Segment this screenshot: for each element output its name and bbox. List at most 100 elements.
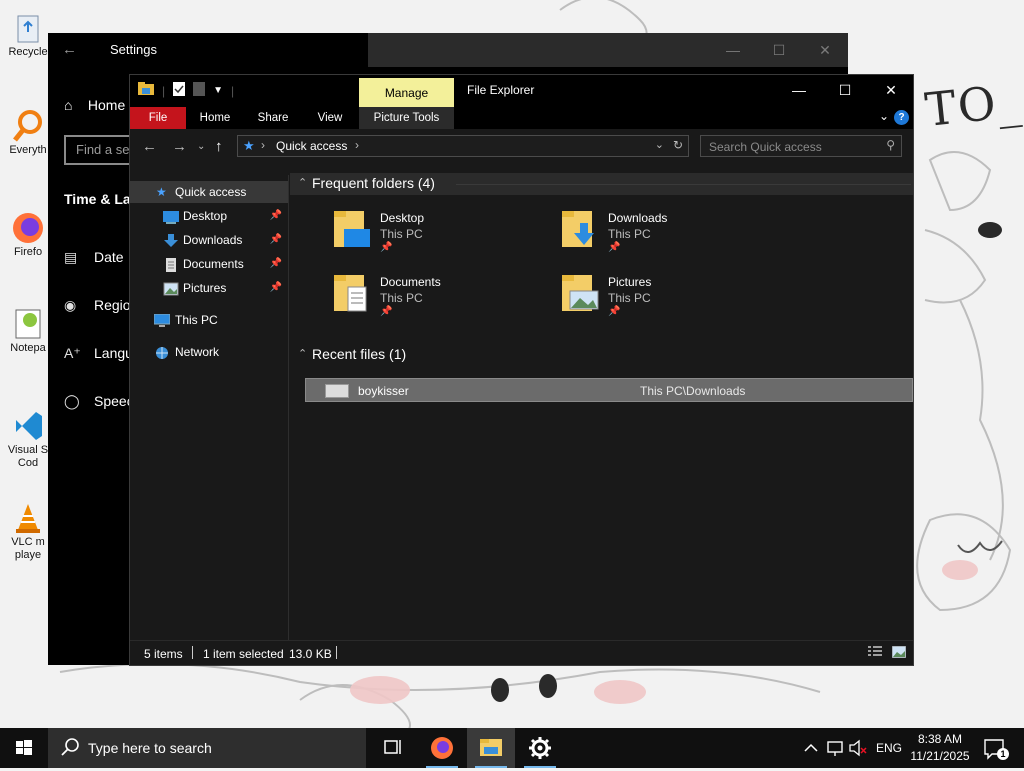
explorer-close-button[interactable]: ✕: [868, 75, 914, 105]
downloads-folder-icon: [560, 209, 600, 249]
close-button[interactable]: ✕: [802, 33, 848, 67]
clock-time: 8:38 AM: [917, 732, 963, 746]
tab-home[interactable]: Home: [190, 107, 240, 129]
vscode-icon: [10, 408, 46, 444]
settings-titlebar[interactable]: ← Settings — ☐ ✕: [48, 33, 848, 67]
nav-item-quick-access[interactable]: ★ Quick access: [130, 181, 288, 203]
documents-icon: [163, 257, 179, 272]
file-explorer-window[interactable]: | ▼ | Manage File Explorer — ☐ ✕ File Ho…: [129, 74, 914, 666]
pictures-icon: [163, 281, 179, 296]
frequent-folder-downloads[interactable]: Downloads This PC 📌: [560, 207, 760, 267]
expand-ribbon-icon[interactable]: ⌄: [879, 109, 889, 123]
taskbar-firefox[interactable]: [418, 728, 466, 768]
customize-toolbar-icon[interactable]: ▼: [213, 85, 223, 96]
network-tray-icon[interactable]: [825, 728, 845, 768]
explorer-maximize-button[interactable]: ☐: [822, 75, 868, 105]
start-button[interactable]: [0, 728, 48, 768]
settings-nav-region[interactable]: ◉ Regio: [64, 297, 131, 314]
taskbar-search-box[interactable]: Type here to search: [48, 728, 366, 768]
search-icon: [60, 737, 80, 757]
home-icon: ⌂: [64, 97, 73, 113]
explorer-title: File Explorer: [467, 83, 535, 97]
toolbar-divider: |: [162, 83, 166, 98]
desktop-folder-icon: [332, 209, 372, 249]
status-divider: [192, 646, 193, 659]
search-box[interactable]: ⚲: [700, 135, 902, 158]
network-icon: [154, 345, 170, 359]
content-pane: ⌃ Frequent folders (4) Desktop This PC 📌…: [290, 171, 913, 642]
group-divider: [456, 184, 911, 185]
volume-muted-icon[interactable]: [848, 728, 868, 768]
frequent-folder-documents[interactable]: Documents This PC 📌: [332, 271, 532, 331]
tab-view[interactable]: View: [306, 107, 354, 129]
collapse-chevron-icon[interactable]: ⌃: [298, 176, 307, 189]
frequent-folder-desktop[interactable]: Desktop This PC 📌: [332, 207, 532, 267]
nav-item-pictures[interactable]: Pictures 📌: [130, 277, 288, 299]
clock[interactable]: 8:38 AM 11/21/2025: [900, 728, 980, 768]
pin-icon: 📌: [380, 306, 393, 317]
nav-item-desktop[interactable]: Desktop 📌: [130, 205, 288, 227]
image-thumbnail-icon: [325, 384, 349, 398]
action-center-button[interactable]: 1: [980, 728, 1010, 768]
help-icon[interactable]: ?: [894, 110, 909, 125]
large-icons-view-icon[interactable]: [891, 645, 907, 659]
task-view-icon: [384, 740, 401, 754]
breadcrumb-chevron-icon[interactable]: ›: [261, 138, 265, 152]
nav-item-downloads[interactable]: Downloads 📌: [130, 229, 288, 251]
tab-share[interactable]: Share: [248, 107, 298, 129]
recent-locations-chevron-icon[interactable]: ⌄: [197, 141, 205, 152]
search-input[interactable]: [701, 136, 881, 158]
address-row: ← → ⌄ ↑ ★ › Quick access › ⌄ ↻ ⚲: [130, 129, 913, 163]
collapse-chevron-icon[interactable]: ⌃: [298, 347, 307, 360]
nav-item-documents[interactable]: Documents 📌: [130, 253, 288, 275]
breadcrumb-quick-access[interactable]: Quick access: [276, 139, 347, 153]
address-dropdown-icon[interactable]: ⌄: [655, 138, 664, 151]
settings-nav-date-time[interactable]: ▤ Date: [64, 249, 124, 266]
settings-nav-speech[interactable]: ◯ Speec: [64, 393, 134, 410]
refresh-icon[interactable]: ↻: [673, 138, 683, 152]
tab-picture-tools[interactable]: Picture Tools: [359, 107, 454, 129]
recent-file-row[interactable]: boykisser This PC\Downloads: [305, 378, 913, 402]
up-button[interactable]: ↑: [215, 138, 223, 155]
settings-home-link[interactable]: ⌂ Home: [64, 97, 125, 113]
maximize-button[interactable]: ☐: [756, 33, 802, 67]
firefox-icon: [10, 210, 46, 246]
tab-file[interactable]: File: [130, 107, 186, 129]
back-button[interactable]: ←: [142, 138, 157, 155]
pin-icon[interactable]: 📌: [270, 229, 282, 251]
nav-item-this-pc[interactable]: This PC: [130, 309, 288, 331]
nav-item-network[interactable]: Network: [130, 341, 288, 363]
address-bar[interactable]: ★ › Quick access › ⌄ ↻: [237, 135, 689, 157]
microphone-icon: ◯: [64, 393, 80, 409]
pictures-folder-icon: [560, 273, 600, 313]
calendar-clock-icon: ▤: [64, 249, 78, 265]
settings-title: Settings: [110, 42, 157, 57]
desktop-folder-icon: [163, 209, 179, 224]
pin-icon[interactable]: 📌: [270, 205, 282, 227]
show-hidden-icons-chevron-icon[interactable]: [802, 728, 820, 768]
manage-tab[interactable]: Manage: [359, 78, 454, 107]
pin-icon[interactable]: 📌: [270, 277, 282, 299]
taskbar-settings[interactable]: [516, 728, 564, 768]
windows-logo-icon: [16, 740, 32, 755]
recycle-bin-icon: [10, 10, 46, 46]
back-arrow-icon[interactable]: ←: [62, 41, 77, 58]
taskbar-file-explorer[interactable]: [467, 728, 515, 768]
details-view-icon[interactable]: [868, 646, 882, 658]
explorer-minimize-button[interactable]: —: [776, 75, 822, 105]
task-view-button[interactable]: [368, 728, 416, 768]
explorer-titlebar[interactable]: | ▼ | Manage File Explorer — ☐ ✕: [130, 75, 913, 107]
new-folder-icon[interactable]: [193, 82, 206, 99]
settings-nav-language[interactable]: A⁺ Langu: [64, 345, 133, 362]
properties-icon[interactable]: [173, 82, 186, 99]
forward-button[interactable]: →: [172, 138, 187, 155]
vlc-icon: [10, 500, 46, 536]
pin-icon[interactable]: 📌: [270, 253, 282, 275]
breadcrumb-chevron-icon[interactable]: ›: [355, 138, 359, 152]
input-language-indicator[interactable]: ENG: [876, 741, 902, 755]
frequent-folders-header[interactable]: ⌃ Frequent folders (4): [290, 173, 913, 195]
recent-files-header[interactable]: ⌃ Recent files (1): [290, 344, 913, 366]
pin-icon: 📌: [380, 242, 393, 253]
minimize-button[interactable]: —: [710, 33, 756, 67]
frequent-folder-pictures[interactable]: Pictures This PC 📌: [560, 271, 760, 331]
